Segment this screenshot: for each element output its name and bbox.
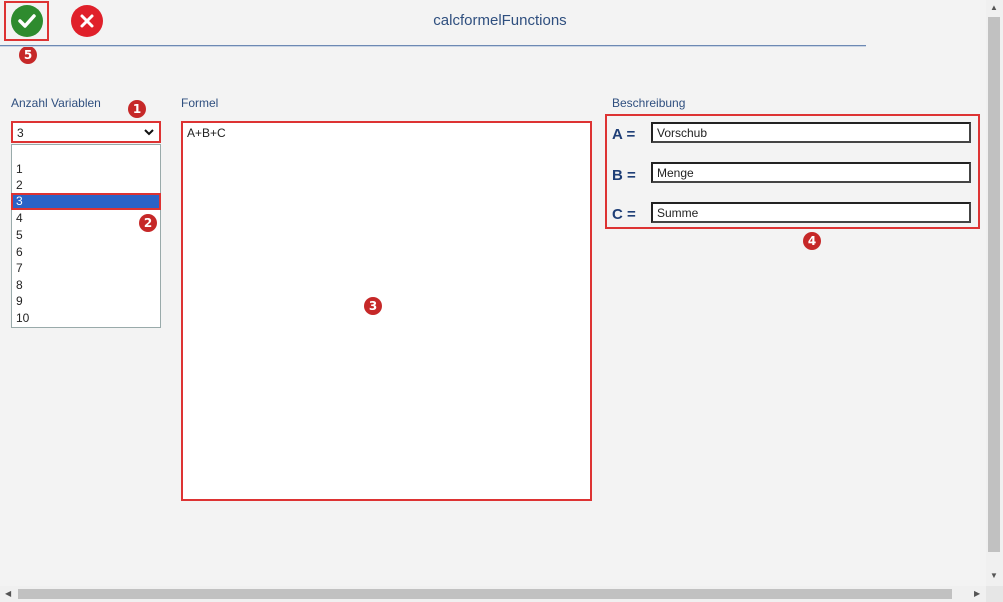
list-item[interactable]: 4: [13, 210, 159, 226]
list-item[interactable]: 6: [13, 244, 159, 260]
var-b-label: B =: [612, 167, 636, 184]
var-c-description-field[interactable]: Summe: [651, 202, 971, 223]
title-divider-shadow: [0, 46, 866, 47]
list-item[interactable]: 5: [13, 227, 159, 243]
scroll-right-arrow-icon[interactable]: ▶: [974, 590, 980, 598]
var-a-description-field[interactable]: Vorschub: [651, 122, 971, 143]
scroll-left-arrow-icon[interactable]: ◀: [5, 590, 11, 598]
formula-label: Formel: [181, 96, 219, 110]
checkmark-icon: [18, 14, 36, 28]
close-icon: [80, 14, 94, 28]
scroll-down-arrow-icon[interactable]: ▼: [990, 572, 998, 580]
list-item[interactable]: 8: [13, 277, 159, 293]
list-item[interactable]: 10: [13, 310, 159, 326]
list-item[interactable]: 7: [13, 260, 159, 276]
variables-label: Anzahl Variablen: [11, 96, 101, 110]
annotation-badge-4: 4: [803, 232, 821, 250]
cancel-button[interactable]: [71, 5, 103, 37]
chevron-down-icon: [144, 129, 154, 136]
horizontal-scrollbar-thumb[interactable]: [18, 589, 952, 599]
list-item[interactable]: 1: [13, 161, 159, 177]
list-item[interactable]: 2: [13, 177, 159, 193]
list-item[interactable]: 9: [13, 293, 159, 309]
ok-button[interactable]: [11, 5, 43, 37]
selected-option-highlight: [11, 193, 161, 210]
annotation-badge-3: 3: [364, 297, 382, 315]
annotation-badge-2: 2: [139, 214, 157, 232]
var-a-label: A =: [612, 126, 636, 143]
variables-options-list[interactable]: 1 2 3 4 5 6 7 8 9 10: [11, 144, 161, 328]
var-c-label: C =: [612, 206, 636, 223]
formula-value: A+B+C: [187, 126, 226, 140]
annotation-badge-5: 5: [19, 46, 37, 64]
annotation-badge-1: 1: [128, 100, 146, 118]
formula-textarea[interactable]: A+B+C: [181, 121, 592, 501]
scrollbar-corner: [986, 586, 1003, 602]
page-title: calcformelFunctions: [433, 12, 567, 29]
vertical-scrollbar-thumb[interactable]: [988, 17, 1000, 552]
scroll-up-arrow-icon[interactable]: ▲: [990, 4, 998, 12]
var-b-description-field[interactable]: Menge: [651, 162, 971, 183]
variables-select-value: 3: [17, 126, 24, 140]
description-label: Beschreibung: [612, 96, 686, 110]
variables-select[interactable]: 3: [11, 121, 161, 143]
